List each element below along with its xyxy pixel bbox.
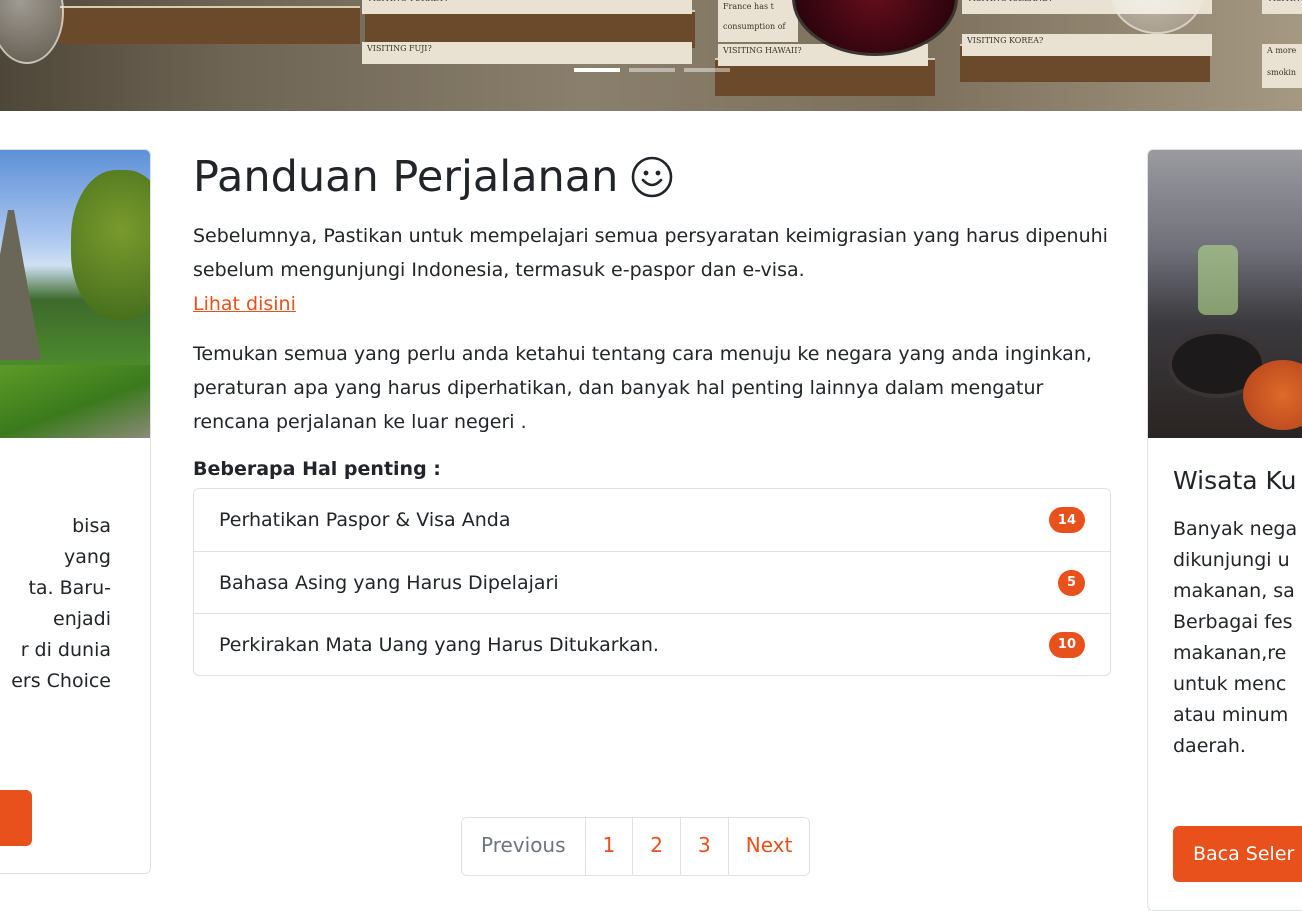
list-item-passport-visa[interactable]: Perhatikan Paspor & Visa Anda 14: [194, 489, 1110, 551]
right-card-read-more-button[interactable]: Baca Seler: [1173, 826, 1302, 882]
hero-caption: VISITING TURKEY?: [362, 0, 692, 14]
hero-caption: smokin: [1262, 66, 1302, 88]
pagination-previous[interactable]: Previous: [462, 818, 585, 875]
pagination-page-2[interactable]: 2: [632, 818, 680, 875]
pagination-page-3[interactable]: 3: [680, 818, 728, 875]
right-card-text: Banyak nega dikunjungi u makanan, sa Ber…: [1173, 514, 1302, 762]
page-title: Panduan Perjalanan: [193, 149, 1111, 205]
count-badge: 5: [1057, 569, 1085, 596]
hero-caption: VISITING: [1262, 0, 1302, 14]
carousel-indicators: [574, 68, 730, 72]
smiley-icon: [632, 156, 673, 198]
pagination: Previous 1 2 3 Next: [461, 817, 811, 876]
pagination-next[interactable]: Next: [727, 818, 810, 875]
list-item-currency[interactable]: Perkirakan Mata Uang yang Harus Ditukark…: [194, 613, 1110, 675]
temple-shape: [0, 210, 41, 360]
left-card-line: ta. Baru-: [28, 577, 111, 599]
hero-caption: France has t: [718, 0, 798, 22]
right-card-line: daerah.: [1173, 735, 1246, 757]
page-title-text: Panduan Perjalanan: [193, 152, 619, 202]
right-card-line: Berbagai fes: [1173, 611, 1293, 633]
right-card-line: untuk menc: [1173, 673, 1287, 695]
count-badge: 10: [1048, 631, 1085, 658]
left-card-line: enjadi: [53, 608, 111, 630]
left-card-text: bisa yang ta. Baru- enjadi r di dunia er…: [0, 511, 149, 697]
right-card-line: makanan, sa: [1173, 580, 1295, 602]
right-card-line: dikunjungi u: [1173, 549, 1290, 571]
right-card: Wisata Ku Banyak nega dikunjungi u makan…: [1147, 149, 1302, 911]
carousel-indicator-3[interactable]: [684, 68, 730, 72]
important-things-heading: Beberapa Hal penting :: [193, 458, 441, 480]
left-card-read-more-button[interactable]: [0, 790, 32, 846]
list-item-label: Bahasa Asing yang Harus Dipelajari: [219, 571, 559, 594]
hero-decor: [60, 6, 360, 44]
left-card-line: r di dunia: [20, 639, 111, 661]
left-card-line: yang: [64, 546, 111, 568]
important-things-list: Perhatikan Paspor & Visa Anda 14 Bahasa …: [193, 488, 1111, 676]
hero-caption: VISITING KOREA?: [962, 34, 1212, 56]
list-item-foreign-language[interactable]: Bahasa Asing yang Harus Dipelajari 5: [194, 551, 1110, 613]
temple-image: [0, 150, 150, 438]
right-card-line: Banyak nega: [1173, 518, 1298, 540]
see-here-link[interactable]: Lihat disini: [193, 293, 296, 315]
left-card-line: ers Choice: [11, 670, 111, 692]
hero-caption: A more: [1262, 44, 1302, 66]
count-badge: 14: [1048, 507, 1085, 533]
tree-shape: [71, 170, 150, 320]
intro-paragraph: Sebelumnya, Pastikan untuk mempelajari s…: [193, 219, 1111, 321]
food-image: [1148, 150, 1302, 438]
carousel-indicator-1[interactable]: [574, 68, 620, 72]
right-card-line: makanan,re: [1173, 642, 1287, 664]
light-bulb-image: [1110, 0, 1204, 34]
carousel-indicator-2[interactable]: [629, 68, 675, 72]
left-card-line: bisa: [72, 515, 111, 537]
hero-caption: consumption of: [718, 20, 798, 42]
info-paragraph: Temukan semua yang perlu anda ketahui te…: [193, 343, 1092, 433]
pagination-page-1[interactable]: 1: [584, 818, 633, 875]
bottle-shape: [1198, 245, 1238, 315]
lawn-shape: [0, 365, 150, 438]
list-item-label: Perhatikan Paspor & Visa Anda: [219, 509, 511, 531]
list-item-label: Perkirakan Mata Uang yang Harus Ditukark…: [219, 633, 659, 656]
main-content: Panduan Perjalanan Sebelumnya, Pastikan …: [193, 149, 1111, 676]
light-bulb-image: [0, 0, 64, 64]
intro-text: Sebelumnya, Pastikan untuk mempelajari s…: [193, 225, 1108, 281]
right-card-line: atau minum: [1173, 704, 1289, 726]
hero-caption: VISITING FUJI?: [362, 42, 692, 64]
hero-carousel[interactable]: VISITING TURKEY? VISITING FUJI? VISITING…: [0, 0, 1302, 111]
right-card-title: Wisata Ku: [1173, 466, 1297, 495]
